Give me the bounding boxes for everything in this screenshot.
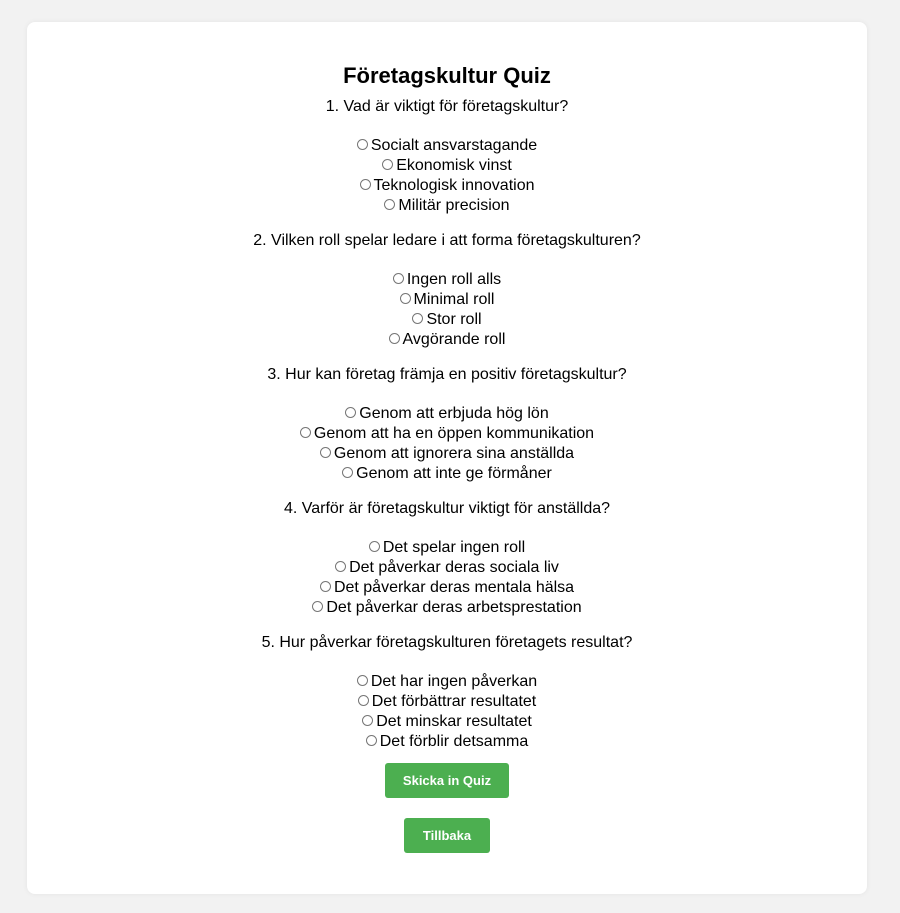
question-2: 2. Vilken roll spelar ledare i att forma… [27,231,867,351]
option-label: Avgörande roll [402,331,506,348]
option-label: Det förblir detsamma [379,733,529,750]
option-label: Militär precision [398,197,510,214]
option-label: Det påverkar deras arbetsprestation [326,599,582,616]
answer-option[interactable]: Genom att erbjuda hög lön [27,405,867,425]
back-row: Tillbaka [27,798,867,853]
option-label: Det påverkar deras sociala liv [349,559,559,576]
radio-button[interactable] [359,178,371,190]
option-label: Socialt ansvarstagande [370,137,538,154]
answer-option[interactable]: Genom att ignorera sina anställda [27,445,867,465]
question-text: 5. Hur påverkar företagskulturen företag… [261,634,633,651]
radio-button[interactable] [319,580,331,592]
radio-button[interactable] [356,674,368,686]
submit-row: Skicka in Quiz [27,753,867,798]
question-5: 5. Hur påverkar företagskulturen företag… [27,633,867,753]
submit-quiz-button[interactable]: Skicka in Quiz [385,763,509,798]
question-list: 1. Vad är viktigt för företagskultur? So… [27,97,867,753]
question-3: 3. Hur kan företag främja en positiv för… [27,365,867,485]
question-text: 3. Hur kan företag främja en positiv för… [267,366,627,383]
answer-option[interactable]: Militär precision [27,197,867,217]
question-text: 1. Vad är viktigt för företagskultur? [325,98,569,115]
question-1: 1. Vad är viktigt för företagskultur? So… [27,97,867,217]
option-label: Ekonomisk vinst [396,157,512,174]
answer-option[interactable]: Stor roll [27,311,867,331]
radio-button[interactable] [312,600,324,612]
radio-button[interactable] [412,312,424,324]
option-label: Det påverkar deras mentala hälsa [333,579,575,596]
option-label: Det spelar ingen roll [382,539,526,556]
radio-button[interactable] [342,466,354,478]
answer-option[interactable]: Minimal roll [27,291,867,311]
radio-button[interactable] [392,272,404,284]
option-label: Minimal roll [413,291,495,308]
radio-button[interactable] [399,292,411,304]
option-label: Ingen roll alls [406,271,502,288]
option-label: Det förbättrar resultatet [371,693,537,710]
answer-option[interactable]: Genom att ha en öppen kommunikation [27,425,867,445]
question-4: 4. Varför är företagskultur viktigt för … [27,499,867,619]
option-label: Det har ingen påverkan [370,673,538,690]
radio-button[interactable] [345,406,357,418]
back-button[interactable]: Tillbaka [404,818,490,853]
radio-button[interactable] [335,560,347,572]
question-text: 4. Varför är företagskultur viktigt för … [283,500,611,517]
option-label: Genom att ignorera sina anställda [333,445,575,462]
answer-option[interactable]: Det förbättrar resultatet [27,693,867,713]
answer-option[interactable]: Det spelar ingen roll [27,539,867,559]
radio-button[interactable] [368,540,380,552]
radio-button[interactable] [362,714,374,726]
answer-option[interactable]: Avgörande roll [27,331,867,351]
page-title: Företagskultur Quiz [343,63,551,88]
radio-button[interactable] [299,426,311,438]
answer-option[interactable]: Socialt ansvarstagande [27,137,867,157]
option-label: Det minskar resultatet [376,713,532,730]
answer-option[interactable]: Teknologisk innovation [27,177,867,197]
answer-option[interactable]: Det påverkar deras mentala hälsa [27,579,867,599]
option-label: Stor roll [426,311,482,328]
answer-option[interactable]: Ingen roll alls [27,271,867,291]
option-label: Genom att inte ge förmåner [356,465,552,482]
radio-button[interactable] [388,332,400,344]
answer-option[interactable]: Det förblir detsamma [27,733,867,753]
radio-button[interactable] [357,694,369,706]
answer-option[interactable]: Ekonomisk vinst [27,157,867,177]
answer-option[interactable]: Det minskar resultatet [27,713,867,733]
answer-option[interactable]: Det påverkar deras arbetsprestation [27,599,867,619]
question-text: 2. Vilken roll spelar ledare i att forma… [253,232,641,249]
answer-option[interactable]: Det har ingen påverkan [27,673,867,693]
radio-button[interactable] [356,138,368,150]
radio-button[interactable] [384,198,396,210]
answer-option[interactable]: Det påverkar deras sociala liv [27,559,867,579]
answer-option[interactable]: Genom att inte ge förmåner [27,465,867,485]
radio-button[interactable] [319,446,331,458]
radio-button[interactable] [365,734,377,746]
radio-button[interactable] [382,158,394,170]
option-label: Teknologisk innovation [373,177,535,194]
option-label: Genom att erbjuda hög lön [359,405,549,422]
quiz-card: Företagskultur Quiz 1. Vad är viktigt fö… [27,22,867,894]
option-label: Genom att ha en öppen kommunikation [313,425,595,442]
